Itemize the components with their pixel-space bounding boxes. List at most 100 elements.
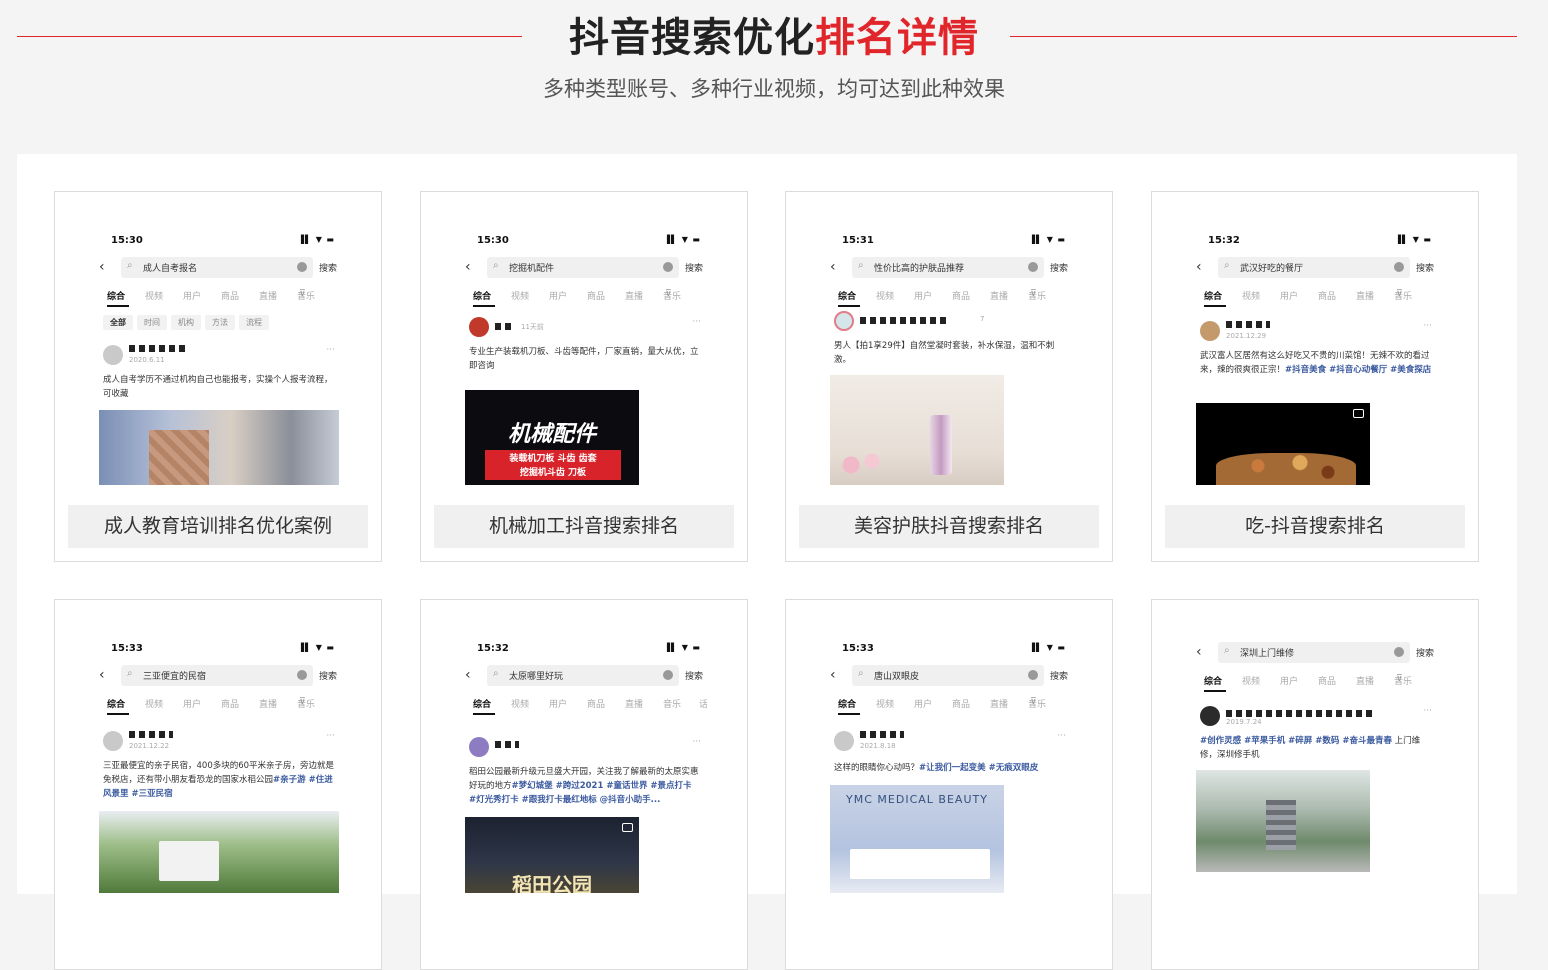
card-label: 成人教育培训排名优化案例 <box>68 505 368 548</box>
tab-live: 直播 <box>625 292 644 302</box>
chevron-left-icon: ‹ <box>99 259 105 275</box>
tab-live: 直播 <box>1356 292 1375 302</box>
case-card-adult-education[interactable]: 15:30 ▐▌ ▼ ▬ ‹ ⌕ 成人自考报名 搜索 综合 视频 用户 商品 直播 音乐 … <box>54 191 382 562</box>
result-tabs: 综合 视频 用户 商品 直播 音乐 ⊽ <box>838 289 1068 307</box>
author-name-redacted <box>860 317 950 324</box>
card-label: 吃-抖音搜索排名 <box>1165 505 1465 548</box>
signal-icon: ▐▌ ▼ ▬ <box>297 235 335 244</box>
avatar <box>103 345 123 365</box>
tab-underline <box>838 713 860 715</box>
chevron-left-icon: ‹ <box>99 667 105 683</box>
case-card-homestay[interactable]: 15:33 ▐▌ ▼ ▬ ‹ ⌕ 三亚便宜的民宿 搜索 综合 视频 用户 商品 直播 音乐… <box>54 599 382 970</box>
search-bar: ‹ ⌕ 唐山双眼皮 搜索 <box>830 665 1070 687</box>
clear-icon <box>1028 670 1038 680</box>
post-date: 2021.12.22 <box>129 742 170 750</box>
video-thumbnail <box>99 410 339 485</box>
case-card-repair[interactable]: ‹ ⌕ 深圳上门维修 搜索 综合 视频 用户 商品 直播 音乐 ⊽ 2019.7.24 ·… <box>1151 599 1479 970</box>
chevron-left-icon: ‹ <box>1196 644 1202 660</box>
tab-video: 视频 <box>145 700 164 710</box>
phone-screenshot: 15:30 ▐▌ ▼ ▬ ‹ ⌕ 成人自考报名 搜索 综合 视频 用户 商品 直播 音乐 … <box>97 225 341 485</box>
signal-icon: ▐▌ ▼ ▬ <box>1028 643 1066 652</box>
thumbnail-panel <box>850 849 990 879</box>
search-button: 搜索 <box>1416 649 1435 659</box>
clear-icon <box>663 262 673 272</box>
phone-screenshot: 15:32 ▐▌ ▼ ▬ ‹ ⌕ 武汉好吃的餐厅 搜索 综合 视频 用户 商品 直播 音乐… <box>1194 225 1438 485</box>
gallery-icon <box>1353 409 1364 418</box>
hashtags: #创作灵感 #苹果手机 #碎屏 #数码 #奋斗最青春 <box>1200 736 1392 746</box>
thumbnail-title: YMC MEDICAL BEAUTY <box>846 793 988 806</box>
filter-icon: ⊽ <box>1030 697 1037 707</box>
phone-screenshot: 15:30 ▐▌ ▼ ▬ ‹ ⌕ 挖掘机配件 搜索 综合 视频 用户 商品 直播 音乐 ⊽ <box>463 225 707 485</box>
status-bar: 15:33 ▐▌ ▼ ▬ <box>111 643 335 655</box>
case-grid: 15:30 ▐▌ ▼ ▬ ‹ ⌕ 成人自考报名 搜索 综合 视频 用户 商品 直播 音乐 … <box>17 154 1517 970</box>
avatar <box>469 737 489 757</box>
result-tabs: 综合 视频 用户 商品 直播 音乐 ⊽ <box>473 289 703 307</box>
post-author: 2021.8.18 ··· <box>834 731 1066 755</box>
status-time: 15:32 <box>477 643 509 654</box>
post-text: 稻田公园最新升级元旦盛大开园，关注我了解最新的太原实惠好玩的地方#梦幻城堡 #跨… <box>469 765 701 807</box>
signal-icon: ▐▌ ▼ ▬ <box>1028 235 1066 244</box>
ellipsis-icon: ··· <box>692 317 701 327</box>
result-tabs: 综合 视频 用户 商品 直播 音乐 ⊽ <box>1204 289 1434 307</box>
post-text: 专业生产装载机刀板、斗齿等配件，厂家直销，量大从优，立即咨询 <box>469 347 699 371</box>
post-body: 这样的眼睛你心动吗？ <box>834 763 920 773</box>
search-bar: ‹ ⌕ 深圳上门维修 搜索 <box>1196 642 1436 664</box>
page-title: 抖音搜索优化排名详情 <box>0 12 1548 64</box>
tab-live: 直播 <box>1356 677 1375 687</box>
case-card-taiyuan[interactable]: 15:32 ▐▌ ▼ ▬ ‹ ⌕ 太原哪里好玩 搜索 综合 视频 用户 商品 直播 音乐 话… <box>420 599 748 970</box>
tab-users: 用户 <box>914 292 933 302</box>
chip: 流程 <box>239 315 269 330</box>
status-bar: 15:30 ▐▌ ▼ ▬ <box>111 235 335 247</box>
tab-all: 综合 <box>473 700 492 710</box>
post-date: 2021.12.29 <box>1226 332 1267 340</box>
phone-screenshot: 15:32 ▐▌ ▼ ▬ ‹ ⌕ 太原哪里好玩 搜索 综合 视频 用户 商品 直播 音乐 话… <box>463 633 707 893</box>
author-name-redacted <box>1226 710 1376 717</box>
tab-music: 音乐 <box>663 700 682 710</box>
status-bar: 15:32 ▐▌ ▼ ▬ <box>477 643 701 655</box>
search-input: ⌕ 太原哪里好玩 <box>487 665 679 686</box>
magnifier-icon: ⌕ <box>858 668 864 679</box>
signal-icon: ▐▌ ▼ ▬ <box>663 235 701 244</box>
post-date: 2019.7.24 <box>1226 718 1262 726</box>
status-bar: 15:30 ▐▌ ▼ ▬ <box>477 235 701 247</box>
status-time: 15:30 <box>111 235 143 246</box>
author-name-redacted <box>1226 321 1270 328</box>
food-dish <box>1216 453 1356 485</box>
chevron-left-icon: ‹ <box>830 259 836 275</box>
search-query: 三亚便宜的民宿 <box>143 672 207 682</box>
page-subtitle: 多种类型账号、多种行业视频，均可达到此种效果 <box>543 77 1005 101</box>
tab-all: 综合 <box>107 700 126 710</box>
case-card-machinery[interactable]: 15:30 ▐▌ ▼ ▬ ‹ ⌕ 挖掘机配件 搜索 综合 视频 用户 商品 直播 音乐 ⊽ <box>420 191 748 562</box>
hashtags: #让我们一起变美 #无痕双眼皮 <box>919 763 1039 773</box>
avatar <box>1200 321 1220 341</box>
post-text: #创作灵感 #苹果手机 #碎屏 #数码 #奋斗最青春 上门维修，深圳修手机 <box>1200 734 1432 762</box>
tab-all: 综合 <box>107 292 126 302</box>
phone-screenshot: 15:33 ▐▌ ▼ ▬ ‹ ⌕ 唐山双眼皮 搜索 综合 视频 用户 商品 直播 音乐 ⊽ <box>828 633 1072 893</box>
status-bar: 15:33 ▐▌ ▼ ▬ <box>842 643 1066 655</box>
tab-live: 直播 <box>990 700 1009 710</box>
tab-goods: 商品 <box>221 700 240 710</box>
post-author: 11天前 ··· <box>469 317 701 341</box>
tab-live: 直播 <box>259 700 278 710</box>
magnifier-icon: ⌕ <box>493 260 499 271</box>
case-card-food[interactable]: 15:32 ▐▌ ▼ ▬ ‹ ⌕ 武汉好吃的餐厅 搜索 综合 视频 用户 商品 直播 音乐… <box>1151 191 1479 562</box>
magnifier-icon: ⌕ <box>127 668 133 679</box>
tab-topic: 话 <box>699 697 707 710</box>
tab-video: 视频 <box>511 700 530 710</box>
magnifier-icon: ⌕ <box>1224 260 1230 271</box>
clear-icon <box>297 670 307 680</box>
title-main: 抖音搜索优化 <box>569 15 815 61</box>
search-input: ⌕ 性价比高的护肤品推荐 <box>852 257 1044 278</box>
chevron-left-icon: ‹ <box>830 667 836 683</box>
case-card-skincare[interactable]: 15:31 ▐▌ ▼ ▬ ‹ ⌕ 性价比高的护肤品推荐 搜索 综合 视频 用户 商品 直… <box>785 191 1113 562</box>
case-card-double-eyelid[interactable]: 15:33 ▐▌ ▼ ▬ ‹ ⌕ 唐山双眼皮 搜索 综合 视频 用户 商品 直播 音乐 ⊽ <box>785 599 1113 970</box>
chip: 全部 <box>103 315 133 330</box>
post-date: 7 <box>980 315 985 323</box>
tab-users: 用户 <box>1280 677 1299 687</box>
chip: 方法 <box>205 315 235 330</box>
search-input: ⌕ 三亚便宜的民宿 <box>121 665 313 686</box>
tab-all: 综合 <box>473 292 492 302</box>
signal-icon: ▐▌ ▼ ▬ <box>663 643 701 652</box>
tab-goods: 商品 <box>587 700 606 710</box>
status-bar: 15:31 ▐▌ ▼ ▬ <box>842 235 1066 247</box>
